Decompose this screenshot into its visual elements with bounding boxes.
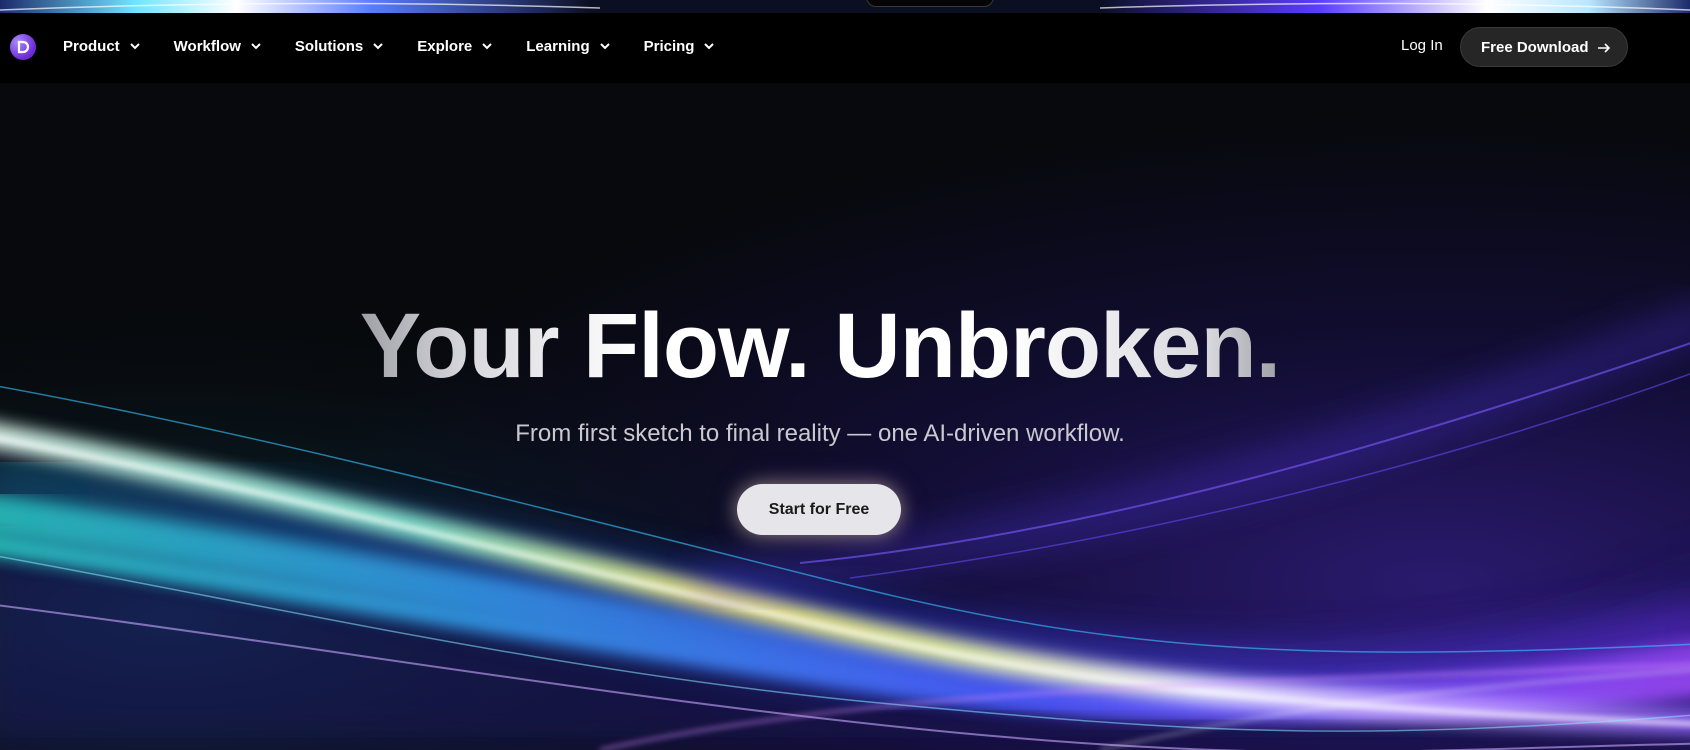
top-pill xyxy=(866,0,994,7)
nav-item-learning[interactable]: Learning xyxy=(526,38,610,55)
arrow-right-icon xyxy=(1597,41,1611,55)
landing-page: Product Workflow Solutions Explore Learn… xyxy=(0,0,1690,750)
nav-item-label: Solutions xyxy=(294,37,364,55)
nav-item-label: Learning xyxy=(526,37,590,55)
top-navigation: Product Workflow Solutions Explore Learn… xyxy=(0,13,1690,83)
chevron-down-icon xyxy=(703,40,715,52)
nav-item-explore[interactable]: Explore xyxy=(417,38,493,55)
login-link[interactable]: Log In xyxy=(1401,37,1443,54)
free-download-label: Free Download xyxy=(1481,38,1589,56)
free-download-button[interactable]: Free Download xyxy=(1460,27,1628,67)
hero-background xyxy=(0,83,1690,750)
chevron-down-icon xyxy=(250,40,262,52)
nav-item-label: Explore xyxy=(417,37,473,55)
hero-subheadline: From first sketch to final reality — one… xyxy=(515,420,1125,447)
nav-item-label: Product xyxy=(63,37,120,55)
hero-headline: Your Flow. Unbroken. xyxy=(0,292,1640,400)
chevron-down-icon xyxy=(481,40,493,52)
logo-icon[interactable] xyxy=(10,34,36,60)
top-light-strip xyxy=(0,0,1690,13)
chevron-down-icon xyxy=(372,40,384,52)
nav-item-label: Workflow xyxy=(173,37,241,55)
nav-item-workflow[interactable]: Workflow xyxy=(174,38,262,55)
nav-item-pricing[interactable]: Pricing xyxy=(644,38,716,55)
chevron-down-icon xyxy=(129,40,141,52)
nav-item-solutions[interactable]: Solutions xyxy=(295,38,384,55)
chevron-down-icon xyxy=(599,40,611,52)
nav-item-product[interactable]: Product xyxy=(63,38,141,55)
start-for-free-button[interactable]: Start for Free xyxy=(737,484,901,535)
nav-menu: Product Workflow Solutions Explore Learn… xyxy=(63,35,748,57)
nav-item-label: Pricing xyxy=(643,37,695,55)
hero-headline-text: Your Flow. Unbroken. xyxy=(359,295,1281,397)
